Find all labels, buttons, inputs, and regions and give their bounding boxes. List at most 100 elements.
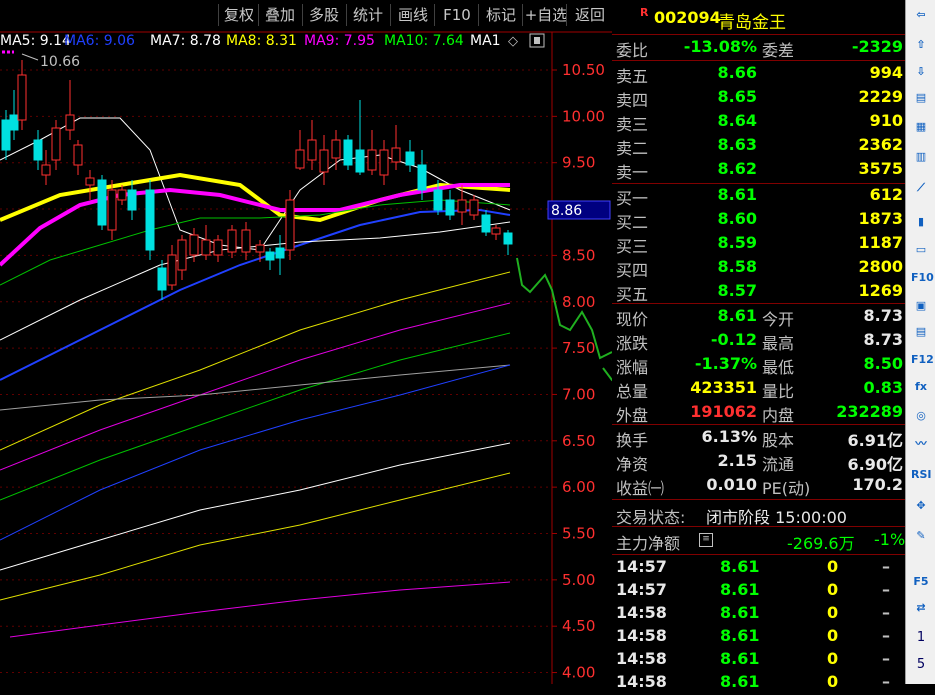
- candle-body[interactable]: [503, 232, 513, 245]
- candle-body[interactable]: [417, 164, 427, 191]
- candle-body[interactable]: [445, 199, 455, 216]
- candle-body[interactable]: [319, 149, 329, 173]
- quote-row[interactable]: 总量 423351 量比 0.83: [612, 377, 905, 401]
- tick-vol: 0: [827, 580, 839, 599]
- candle-body[interactable]: [379, 149, 389, 176]
- candle-body[interactable]: [255, 244, 265, 253]
- grid-icon[interactable]: ▦: [911, 117, 931, 137]
- candle-body[interactable]: [157, 267, 167, 291]
- ask-row[interactable]: 卖一 8.62 3575: [612, 158, 905, 182]
- tick-row[interactable]: 14:57 8.61 0 –: [612, 580, 905, 603]
- bid-row[interactable]: 买四 8.58 2800: [612, 256, 905, 280]
- candle-body[interactable]: [33, 139, 43, 161]
- candle-body[interactable]: [227, 229, 237, 253]
- candle-body[interactable]: [9, 114, 19, 131]
- candle-body[interactable]: [275, 247, 285, 259]
- candle-body[interactable]: [331, 139, 341, 159]
- candle-body[interactable]: [343, 139, 353, 166]
- candle-body[interactable]: [17, 74, 27, 121]
- candle-body[interactable]: [97, 179, 107, 226]
- candle-body[interactable]: [117, 189, 127, 201]
- quote-list-icon[interactable]: ▤: [911, 88, 931, 108]
- candle-body[interactable]: [107, 189, 117, 231]
- candle-body[interactable]: [457, 199, 467, 213]
- refresh-icon[interactable]: ◎: [911, 406, 931, 426]
- bid-row[interactable]: 买五 8.57 1269: [612, 280, 905, 304]
- candle-body[interactable]: [405, 151, 415, 166]
- tick-row[interactable]: 14:57 8.61 0 –: [612, 557, 905, 580]
- candle-body[interactable]: [213, 239, 223, 256]
- bid-row[interactable]: 买一 8.61 612: [612, 184, 905, 208]
- candle-body[interactable]: [189, 234, 199, 256]
- switch-icon[interactable]: ⇄: [911, 598, 931, 618]
- candle-body[interactable]: [481, 214, 491, 233]
- quote-row[interactable]: 涨跌 -0.12 最高 8.73: [612, 329, 905, 353]
- candle-body[interactable]: [85, 177, 95, 186]
- arrow-left-icon[interactable]: ⇦: [911, 5, 931, 25]
- candle-body[interactable]: [1, 119, 11, 151]
- candle-body[interactable]: [127, 189, 137, 211]
- candle-body[interactable]: [241, 229, 251, 253]
- candle-body[interactable]: [295, 149, 305, 169]
- menu-icon[interactable]: ≡: [699, 533, 713, 547]
- candle-body[interactable]: [51, 127, 61, 161]
- candle-body[interactable]: [167, 254, 177, 286]
- stock-name: 青岛金王: [718, 13, 786, 33]
- table-icon[interactable]: ▥: [911, 147, 931, 167]
- quote-row[interactable]: 涨幅 -1.37% 最低 8.50: [612, 353, 905, 377]
- news-icon[interactable]: ▭: [911, 240, 931, 260]
- page-five[interactable]: 5: [911, 655, 931, 675]
- ask-row[interactable]: 卖二 8.63 2362: [612, 134, 905, 158]
- main-flow-row[interactable]: 主力净额 ≡ -269.6万 -1%: [612, 529, 905, 553]
- candle-body[interactable]: [433, 189, 443, 211]
- candle-body[interactable]: [355, 149, 365, 173]
- pencil-icon[interactable]: ✎: [911, 526, 931, 546]
- candle-body[interactable]: [177, 239, 187, 271]
- candle-body[interactable]: [41, 164, 51, 176]
- arrow-down-icon[interactable]: ⇩: [911, 62, 931, 82]
- candle-body[interactable]: [201, 239, 211, 256]
- wave-icon[interactable]: 〰: [911, 434, 931, 454]
- f10-icon[interactable]: F10: [911, 268, 934, 288]
- candle-body[interactable]: [65, 114, 75, 131]
- candle-body[interactable]: [491, 227, 501, 235]
- line-chart-icon[interactable]: ⟋: [911, 178, 931, 198]
- bid-row-volume: 1873: [858, 209, 903, 228]
- ask-row[interactable]: 卖四 8.65 2229: [612, 86, 905, 110]
- diamond-icon[interactable]: ◇: [508, 34, 518, 49]
- rsi-icon[interactable]: RSI: [911, 465, 932, 485]
- calendar-icon[interactable]: ▤: [911, 322, 931, 342]
- candle-body[interactable]: [265, 251, 275, 261]
- ask-row[interactable]: 卖三 8.64 910: [612, 110, 905, 134]
- fund-row[interactable]: 净资 2.15 流通 6.90亿: [612, 450, 905, 474]
- candle-body[interactable]: [145, 189, 155, 251]
- candle-body[interactable]: [469, 199, 479, 216]
- notes-icon[interactable]: ▣: [911, 296, 931, 316]
- candle-body[interactable]: [367, 149, 377, 171]
- quote-row[interactable]: 现价 8.61 今开 8.73: [612, 305, 905, 329]
- candle-body[interactable]: [307, 139, 317, 161]
- candle-body[interactable]: [73, 144, 83, 166]
- page-one[interactable]: 1: [911, 628, 931, 648]
- candle-body[interactable]: [285, 199, 295, 251]
- tick-row[interactable]: 14:58 8.61 0 –: [612, 603, 905, 626]
- fund-row-label-2: PE(动): [762, 479, 811, 498]
- bid-row[interactable]: 买三 8.59 1187: [612, 232, 905, 256]
- f5-icon[interactable]: F5: [911, 572, 931, 592]
- ask-row[interactable]: 卖五 8.66 994: [612, 62, 905, 86]
- tick-row[interactable]: 14:58 8.61 0 –: [612, 626, 905, 649]
- arrow-up-icon[interactable]: ⇧: [911, 35, 931, 55]
- fund-row[interactable]: 换手 6.13% 股本 6.91亿: [612, 426, 905, 450]
- quote-row[interactable]: 外盘 191062 内盘 232289: [612, 401, 905, 425]
- candle-body[interactable]: [391, 147, 401, 163]
- tick-time: 14:57: [616, 557, 667, 576]
- kline-chart[interactable]: 10.5010.009.509.008.508.007.507.006.506.…: [0, 0, 612, 684]
- bid-row[interactable]: 买二 8.60 1873: [612, 208, 905, 232]
- fund-row[interactable]: 收益㈠ 0.010 PE(动) 170.2: [612, 474, 905, 498]
- function-icon[interactable]: fx: [911, 377, 931, 397]
- price-axis-label: 8.50: [562, 246, 595, 264]
- tick-row[interactable]: 14:58 8.61 0 –: [612, 649, 905, 672]
- f12-icon[interactable]: F12: [911, 350, 934, 370]
- move-icon[interactable]: ✥: [911, 496, 931, 516]
- kline-icon[interactable]: ▮: [911, 212, 931, 232]
